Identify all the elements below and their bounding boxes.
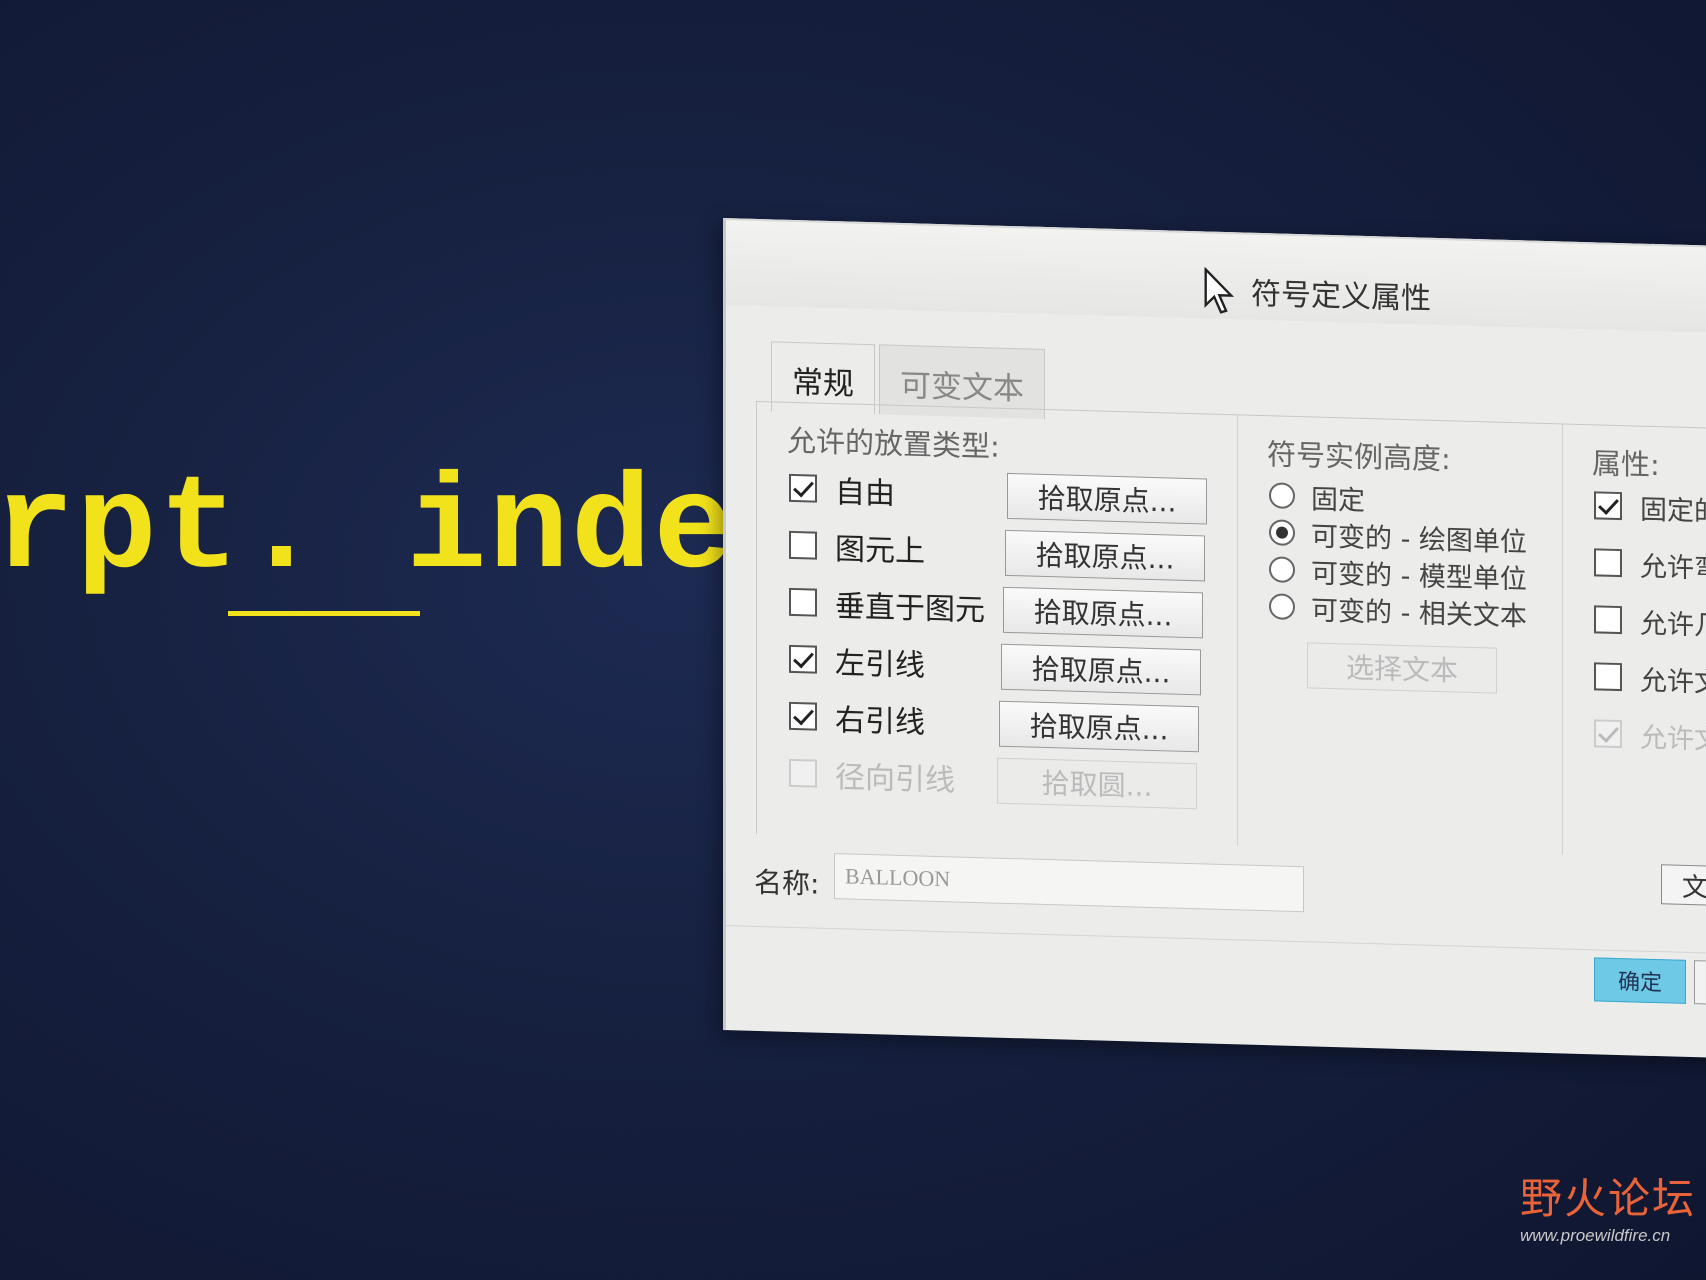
general-panel: 允许的放置类型: 自由 拾取原点... 图元上 拾取原点... 垂直于图元 拾取… — [756, 400, 1706, 863]
left-leader-checkbox[interactable] — [789, 644, 817, 674]
attributes-group: 属性: 固定的 允许弯 允许几何 允许文本 允许文本 — [1572, 425, 1706, 861]
model-units-radio[interactable] — [1269, 556, 1295, 583]
ok-button[interactable]: 确定 — [1594, 957, 1686, 1004]
watermark-title: 野火论坛 — [1520, 1174, 1697, 1223]
free-label: 自由 — [835, 475, 895, 512]
dialog-title: 符号定义属性 — [1251, 276, 1431, 317]
height-option-fixed[interactable]: 固定 — [1269, 476, 1365, 517]
dialog-titlebar[interactable]: 符号定义属性 — [726, 220, 1706, 335]
drawing-units-radio[interactable] — [1269, 519, 1295, 546]
left-leader-pick-origin-button[interactable]: 拾取原点... — [1001, 643, 1201, 696]
attribute-allow-bend-checkbox[interactable] — [1594, 548, 1622, 578]
radial-leader-label: 径向引线 — [835, 760, 955, 799]
attribute-allow-bend-label: 允许弯 — [1640, 551, 1706, 585]
placement-option-normal-to-entity[interactable]: 垂直于图元 — [789, 577, 985, 632]
attribute-allow-geometry[interactable]: 允许几何 — [1594, 594, 1706, 648]
placement-option-right-leader[interactable]: 右引线 — [789, 691, 925, 745]
placement-option-on-entity[interactable]: 图元上 — [789, 520, 925, 574]
watermark-url: www.proewildfire.cn — [1520, 1226, 1671, 1245]
fixed-label: 固定 — [1311, 483, 1365, 517]
attribute-allow-text-disabled-label: 允许文本 — [1640, 722, 1706, 757]
on-entity-label: 图元上 — [835, 532, 925, 570]
normal-to-entity-pick-origin-button[interactable]: 拾取原点... — [1003, 586, 1203, 639]
attribute-allow-text-checkbox[interactable] — [1594, 662, 1622, 692]
placement-group: 允许的放置类型: 自由 拾取原点... 图元上 拾取原点... 垂直于图元 拾取… — [767, 402, 1238, 846]
text-button[interactable]: 文本 — [1661, 864, 1706, 908]
attribute-allow-bend[interactable]: 允许弯 — [1594, 537, 1706, 591]
right-leader-pick-origin-button[interactable]: 拾取原点... — [999, 700, 1199, 753]
select-text-button: 选择文本 — [1307, 642, 1497, 694]
placement-option-left-leader[interactable]: 左引线 — [789, 634, 925, 688]
radial-leader-checkbox — [789, 758, 817, 788]
attribute-allow-geometry-checkbox[interactable] — [1594, 605, 1622, 635]
free-pick-origin-button[interactable]: 拾取原点... — [1007, 472, 1207, 525]
placement-option-free[interactable]: 自由 — [789, 463, 895, 516]
left-leader-label: 左引线 — [835, 646, 925, 684]
footer-divider — [726, 925, 1706, 956]
placement-group-label: 允许的放置类型: — [787, 423, 1000, 464]
right-leader-checkbox[interactable] — [789, 701, 817, 731]
related-text-radio[interactable] — [1269, 593, 1295, 620]
attribute-fixed-label: 固定的 — [1640, 494, 1706, 528]
name-field[interactable]: BALLOON — [834, 853, 1304, 913]
related-text-label: 可变的 - 相关文本 — [1311, 594, 1527, 632]
attribute-allow-text[interactable]: 允许文本 — [1594, 651, 1706, 705]
mouse-cursor-icon — [1204, 267, 1235, 314]
free-checkbox[interactable] — [789, 473, 817, 503]
symbol-definition-dialog: 符号定义属性 常规 可变文本 允许的放置类型: 自由 拾取原点... 图元上 拾… — [723, 218, 1706, 1060]
name-label: 名称: — [754, 865, 820, 901]
height-option-related-text[interactable]: 可变的 - 相关文本 — [1269, 587, 1527, 632]
forum-watermark: 野火论坛 www.proewildfire.cn — [1520, 1165, 1696, 1246]
right-leader-label: 右引线 — [835, 703, 925, 741]
instance-height-label: 符号实例高度: — [1267, 437, 1451, 477]
cancel-button[interactable] — [1694, 960, 1706, 1007]
radial-leader-pick-circle-button: 拾取圆... — [997, 757, 1197, 810]
fixed-radio[interactable] — [1269, 482, 1295, 509]
attribute-allow-text-label: 允许文本 — [1640, 665, 1706, 700]
attributes-label: 属性: — [1592, 446, 1660, 483]
normal-to-entity-label: 垂直于图元 — [835, 589, 985, 629]
normal-to-entity-checkbox[interactable] — [789, 587, 817, 617]
attribute-fixed[interactable]: 固定的 — [1594, 480, 1706, 534]
attribute-allow-geometry-label: 允许几何 — [1640, 608, 1706, 643]
attribute-allow-text-disabled: 允许文本 — [1594, 708, 1706, 762]
on-entity-pick-origin-button[interactable]: 拾取原点... — [1005, 529, 1205, 582]
on-entity-checkbox[interactable] — [789, 530, 817, 560]
instance-height-group: 符号实例高度: 固定 可变的 - 绘图单位 可变的 - 模型单位 可变的 - 相… — [1247, 415, 1563, 855]
placement-option-radial-leader: 径向引线 — [789, 748, 955, 803]
attribute-allow-text-disabled-checkbox — [1594, 719, 1622, 749]
code-underline — [228, 611, 420, 616]
attribute-fixed-checkbox[interactable] — [1594, 491, 1622, 521]
